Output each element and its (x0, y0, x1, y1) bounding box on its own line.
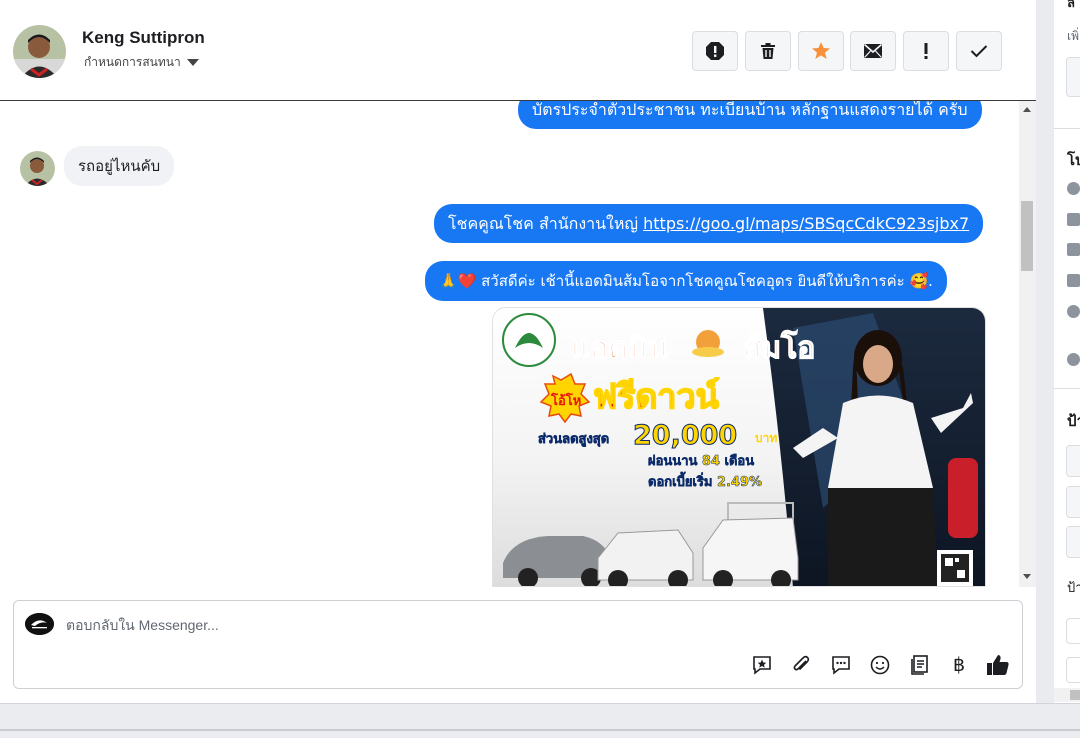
saved-replies-button[interactable] (750, 653, 774, 677)
promo-discount-value: 20,000 (633, 420, 737, 451)
attach-button[interactable] (789, 653, 813, 677)
panel-profile-heading: โป (1067, 151, 1080, 169)
briefcase-icon (1067, 243, 1080, 256)
panel-divider (1054, 388, 1080, 389)
message-scrollbar[interactable] (1019, 101, 1036, 587)
panel-scroll-thumb[interactable] (1070, 690, 1080, 700)
panel-note-input[interactable] (1066, 657, 1080, 683)
panel-notes-label: ป้า (1067, 581, 1080, 596)
education-icon (1067, 274, 1080, 287)
message-list[interactable]: บัตรประจำตัวประชาชน ทะเบียนบ้าน หลักฐานแ… (0, 101, 1036, 587)
emoji-button[interactable] (868, 653, 892, 677)
message-outgoing[interactable]: บัตรประจำตัวประชาชน ทะเบียนบ้าน หลักฐานแ… (518, 101, 982, 129)
panel-add-label: เพิ่ (1067, 29, 1080, 43)
trash-icon (761, 43, 775, 59)
panel-labels-heading: ป้า (1067, 412, 1080, 430)
document-icon (911, 655, 928, 675)
contact-name[interactable]: Keng Suttipron (82, 28, 205, 48)
message-outgoing-link[interactable]: โชคคูณโชค สำนักงานใหญ่ https://goo.gl/ma… (434, 204, 984, 243)
thumbs-up-icon (987, 655, 1009, 675)
exclamation-icon (924, 43, 928, 59)
envelope-icon (863, 43, 883, 58)
like-button[interactable] (986, 653, 1010, 677)
reply-composer: ฿ (13, 600, 1023, 689)
mark-done-button[interactable] (956, 31, 1002, 71)
panel-label-chip[interactable] (1066, 486, 1080, 518)
report-spam-button[interactable] (692, 31, 738, 71)
report-icon (706, 42, 724, 60)
promo-installment: ผ่อนนาน 84 เดือน (648, 453, 754, 469)
conversation-settings-dropdown[interactable]: กำหนดการสนทนา (84, 53, 199, 72)
window-bottom-strip (0, 703, 1080, 738)
baht-icon: ฿ (952, 654, 966, 676)
paperclip-icon (793, 655, 810, 671)
contact-avatar[interactable] (13, 25, 66, 78)
conversation-settings-label: กำหนดการสนทนา (84, 55, 181, 69)
saved-reply-icon (753, 656, 771, 675)
map-link[interactable]: https://goo.gl/maps/SBSqcCdkC923sjbx7 (643, 214, 969, 233)
scroll-up-arrow[interactable] (1023, 107, 1031, 112)
contact-avatar-small (20, 151, 55, 186)
promo-badge: โอ้โห (550, 392, 581, 409)
bottom-divider (0, 729, 1080, 731)
caret-down-icon (186, 59, 199, 66)
check-icon (970, 45, 988, 58)
promo-headline-somo: ส้มโอ (743, 329, 815, 366)
clock-icon (1067, 182, 1080, 195)
panel-heading-cut: ล (1067, 0, 1075, 11)
panel-note-input[interactable] (1066, 618, 1080, 644)
message-incoming[interactable]: รถอยู่ไหนคับ (64, 146, 175, 186)
template-button[interactable] (908, 653, 932, 677)
follow-up-button[interactable] (903, 31, 949, 71)
promo-image[interactable]: แอดมิน ส้มโอ โอ้โห ฟรีดาวน์ ส่วนลดสูงสุด… (492, 307, 986, 587)
chat-panel: Keng Suttipron กำหนดการสนทนา บัตรประจำตั… (0, 0, 1036, 703)
promo-headline-admin: แอดมิน (571, 331, 669, 366)
scroll-down-arrow[interactable] (1023, 574, 1031, 579)
panel-label-chip[interactable] (1066, 445, 1080, 477)
promo-free-down: ฟรีดาวน์ (593, 377, 719, 417)
promo-currency: บาท (755, 431, 777, 445)
like-icon (1067, 213, 1080, 226)
delete-button[interactable] (745, 31, 791, 71)
chat-bubble-icon (832, 656, 850, 675)
star-button[interactable] (798, 31, 844, 71)
panel-input[interactable] (1066, 57, 1080, 97)
reply-input[interactable] (66, 613, 966, 637)
contact-info-panel: ล เพิ่ โป ป้า ป้า (1054, 0, 1080, 703)
payment-button[interactable]: ฿ (947, 653, 971, 677)
scroll-thumb[interactable] (1021, 201, 1033, 271)
panel-divider (1054, 128, 1080, 129)
mark-unread-button[interactable] (850, 31, 896, 71)
message-text: โชคคูณโชค สำนักงานใหญ่ (448, 214, 644, 233)
panel-horizontal-scrollbar[interactable] (1054, 688, 1080, 702)
star-icon (812, 42, 830, 59)
home-location-icon (1067, 353, 1080, 366)
page-logo (25, 613, 54, 635)
smiley-icon (870, 655, 890, 675)
message-outgoing-greeting[interactable]: 🙏❤️ สวัสดีค่ะ เช้านี้แอดมินส้มโอจากโชคคู… (425, 261, 947, 301)
location-icon (1067, 305, 1080, 318)
quick-reply-button[interactable] (829, 653, 853, 677)
panel-label-chip[interactable] (1066, 526, 1080, 558)
promo-discount-label: ส่วนลดสูงสุด (538, 432, 609, 447)
conversation-header: Keng Suttipron กำหนดการสนทนา (0, 0, 1036, 101)
